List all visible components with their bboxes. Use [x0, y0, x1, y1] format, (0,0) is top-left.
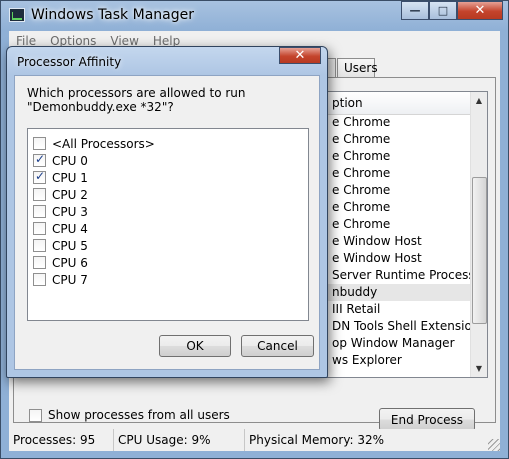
maximize-button[interactable]: □: [429, 1, 457, 20]
minimize-button[interactable]: —: [401, 1, 429, 20]
column-header-label: ption: [332, 96, 363, 110]
resize-grip-icon[interactable]: [488, 439, 500, 451]
cpu-item-7[interactable]: CPU 7: [33, 271, 88, 288]
cpu-checkbox[interactable]: [33, 222, 46, 235]
cpu-label: CPU 1: [52, 170, 88, 185]
cpu-checkbox[interactable]: [33, 169, 46, 184]
cpu-label: CPU 5: [52, 238, 88, 253]
ok-button[interactable]: OK: [159, 335, 231, 357]
scroll-up-icon[interactable]: ▲: [471, 92, 487, 109]
cpu-item-all-processors[interactable]: <All Processors>: [33, 135, 155, 152]
task-manager-app-icon: [9, 8, 25, 22]
cancel-label: Cancel: [257, 339, 298, 353]
cpu-item-3[interactable]: CPU 3: [33, 203, 88, 220]
cancel-button[interactable]: Cancel: [241, 335, 314, 357]
close-icon: ✕: [474, 3, 486, 18]
cpu-label: CPU 2: [52, 187, 88, 202]
ok-label: OK: [186, 339, 204, 353]
caption-buttons: — □ ✕: [401, 1, 503, 20]
cpu-item-2[interactable]: CPU 2: [33, 186, 88, 203]
processor-affinity-dialog: Processor Affinity ✕ Which processors ar…: [6, 46, 328, 378]
show-all-users-label: Show processes from all users: [48, 408, 230, 422]
show-all-users-checkbox[interactable]: [29, 408, 42, 422]
cpu-label: CPU 4: [52, 221, 88, 236]
tab-users[interactable]: Users: [337, 58, 378, 77]
maximize-icon: □: [437, 4, 449, 17]
cpu-checkbox-list: <All Processors> CPU 0 CPU 1 CPU 2 CPU 3 CPU …: [27, 128, 309, 321]
cpu-checkbox[interactable]: [33, 205, 46, 218]
cpu-checkbox[interactable]: [33, 239, 46, 252]
cpu-label: CPU 3: [52, 204, 88, 219]
dialog-title: Processor Affinity: [17, 55, 122, 69]
dialog-question: Which processors are allowed to run "Dem…: [27, 86, 246, 114]
cpu-checkbox[interactable]: [33, 152, 46, 167]
status-bar: Processes: 95 CPU Usage: 9% Physical Mem…: [9, 429, 500, 451]
cpu-label: CPU 0: [52, 153, 88, 168]
close-button[interactable]: ✕: [457, 1, 503, 20]
cpu-label: CPU 6: [52, 255, 88, 270]
dialog-close-icon: ✕: [294, 48, 306, 63]
cpu-checkbox[interactable]: [33, 137, 46, 150]
end-process-label: End Process: [390, 412, 464, 427]
dialog-close-button[interactable]: ✕: [279, 47, 321, 64]
cpu-item-4[interactable]: CPU 4: [33, 220, 88, 237]
cpu-item-5[interactable]: CPU 5: [33, 237, 88, 254]
cpu-item-1[interactable]: CPU 1: [33, 169, 88, 186]
status-processes: Processes: 95: [9, 429, 114, 451]
scroll-down-icon[interactable]: ▼: [471, 360, 487, 377]
cpu-checkbox[interactable]: [33, 273, 46, 286]
cpu-item-0[interactable]: CPU 0: [33, 152, 88, 169]
cpu-checkbox[interactable]: [33, 188, 46, 201]
end-process-button[interactable]: End Process: [379, 408, 475, 431]
cpu-label: <All Processors>: [52, 136, 155, 151]
cpu-item-6[interactable]: CPU 6: [33, 254, 88, 271]
process-list-scrollbar[interactable]: ▲ ▼: [470, 92, 487, 377]
cpu-checkbox[interactable]: [33, 256, 46, 269]
dialog-client: Which processors are allowed to run "Dem…: [14, 75, 320, 370]
status-cpu-usage: CPU Usage: 9%: [114, 429, 245, 451]
cpu-label: CPU 7: [52, 272, 88, 287]
scrollbar-thumb[interactable]: [472, 177, 487, 324]
window-title: Windows Task Manager: [31, 7, 194, 23]
minimize-icon: —: [409, 4, 421, 17]
status-physical-memory: Physical Memory: 32%: [249, 433, 385, 447]
show-all-users-option[interactable]: Show processes from all users: [29, 408, 230, 422]
title-bar[interactable]: Windows Task Manager — □ ✕: [1, 1, 508, 31]
